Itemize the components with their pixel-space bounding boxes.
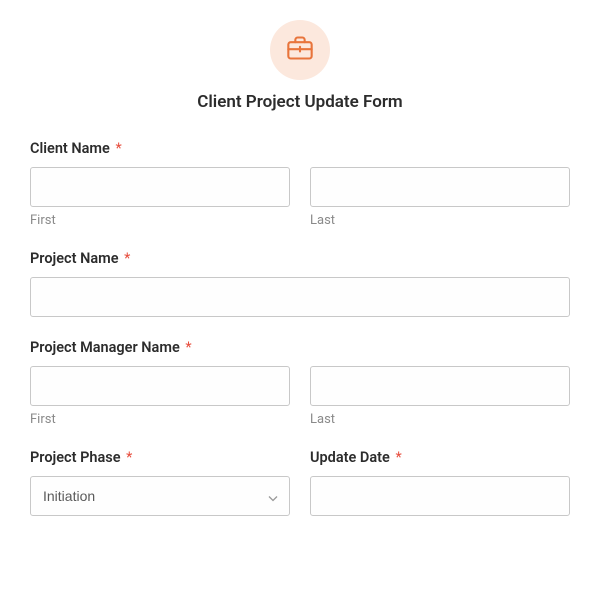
- last-sublabel: Last: [310, 213, 570, 228]
- briefcase-icon-circle: [270, 20, 330, 80]
- client-last-name-input[interactable]: [310, 167, 570, 207]
- required-asterisk: *: [115, 140, 121, 157]
- pm-last-name-input[interactable]: [310, 366, 570, 406]
- first-sublabel: First: [30, 213, 290, 228]
- pm-name-label: Project Manager Name *: [30, 339, 570, 356]
- form-header: Client Project Update Form: [30, 20, 570, 112]
- client-name-label: Client Name *: [30, 140, 570, 157]
- required-asterisk: *: [185, 339, 191, 356]
- required-asterisk: *: [395, 449, 401, 466]
- client-first-name-input[interactable]: [30, 167, 290, 207]
- pm-first-name-input[interactable]: [30, 366, 290, 406]
- form-title: Client Project Update Form: [30, 92, 570, 112]
- update-date-group: Update Date *: [310, 449, 570, 516]
- project-phase-group: Project Phase * Initiation: [30, 449, 290, 516]
- last-sublabel: Last: [310, 412, 570, 427]
- first-sublabel: First: [30, 412, 290, 427]
- project-name-group: Project Name *: [30, 250, 570, 317]
- required-asterisk: *: [126, 449, 132, 466]
- project-phase-select[interactable]: Initiation: [30, 476, 290, 516]
- project-name-label: Project Name *: [30, 250, 570, 267]
- required-asterisk: *: [124, 250, 130, 267]
- pm-name-group: Project Manager Name * First Last: [30, 339, 570, 427]
- project-phase-label: Project Phase *: [30, 449, 290, 466]
- update-date-input[interactable]: [310, 476, 570, 516]
- update-date-label: Update Date *: [310, 449, 570, 466]
- briefcase-icon: [286, 34, 314, 66]
- client-name-group: Client Name * First Last: [30, 140, 570, 228]
- project-name-input[interactable]: [30, 277, 570, 317]
